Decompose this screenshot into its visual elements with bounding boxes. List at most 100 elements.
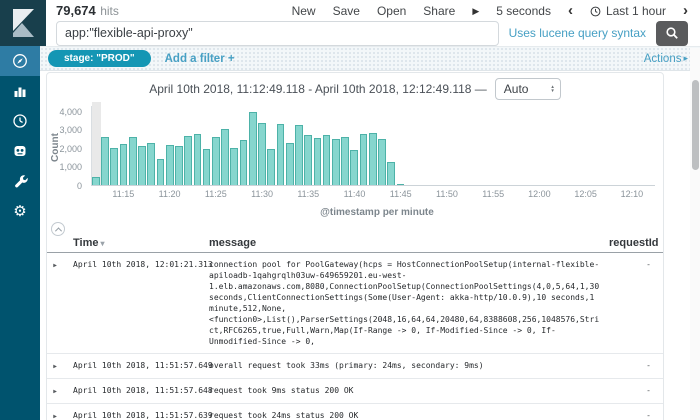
expand-row-icon[interactable]: ▶ <box>53 262 57 269</box>
new-button[interactable]: New <box>292 4 316 18</box>
histogram-bar[interactable] <box>166 145 174 185</box>
x-tick-label: 11:15 <box>112 189 134 199</box>
histogram-bar[interactable] <box>258 123 266 185</box>
interval-select[interactable]: Auto ▲▼ <box>495 78 561 100</box>
row-time: April 10th 2018, 11:51:57.648 <box>63 385 209 396</box>
histogram-bar[interactable] <box>369 133 377 185</box>
collapse-histogram-button[interactable] <box>51 222 65 236</box>
play-icon[interactable]: ▶ <box>472 6 479 17</box>
x-tick-label: 11:35 <box>297 189 319 199</box>
x-tick-label: 12:05 <box>574 189 597 199</box>
scrollbar-thumb[interactable] <box>692 80 699 170</box>
time-range-label: Last 1 hour <box>606 4 666 18</box>
histogram-bar[interactable] <box>240 140 248 185</box>
interval-value: Auto <box>504 82 529 96</box>
sidebar-item-visualize[interactable] <box>0 76 40 106</box>
time-range-header: April 10th 2018, 11:12:49.118 - April 10… <box>149 82 487 96</box>
kibana-logo[interactable] <box>0 0 46 46</box>
histogram-bar[interactable] <box>212 137 220 185</box>
filter-bar: stage: "PROD" Add a filter + Actions ▸ <box>40 46 700 71</box>
expand-row-icon[interactable]: ▶ <box>53 363 57 370</box>
y-tick-label: 4,000 <box>59 107 82 117</box>
histogram-bar[interactable] <box>341 137 349 185</box>
chevron-right-icon[interactable]: › <box>683 6 688 16</box>
histogram-bar[interactable] <box>304 135 312 185</box>
hits-row: 79,674 hits New Save Open Share ▶ 5 seco… <box>46 0 700 20</box>
histogram-bar[interactable] <box>286 143 294 185</box>
time-range-button[interactable]: Last 1 hour <box>590 4 666 18</box>
row-message: request took 24ms status 200 OK <box>209 410 609 420</box>
histogram-bar[interactable] <box>110 148 118 185</box>
lucene-syntax-link[interactable]: Uses lucene query syntax <box>509 26 646 40</box>
sidebar-item-timelion[interactable] <box>0 106 40 136</box>
clock-icon <box>590 6 601 17</box>
table-row[interactable]: ▶April 10th 2018, 11:51:57.648request to… <box>47 379 663 404</box>
histogram-bar[interactable] <box>203 149 211 185</box>
scrollbar-track[interactable] <box>690 48 700 420</box>
search-submit-button[interactable] <box>656 21 688 46</box>
histogram-bar[interactable] <box>157 159 165 185</box>
histogram-bar[interactable] <box>323 135 331 185</box>
histogram-bar[interactable] <box>184 136 192 185</box>
histogram-bar[interactable] <box>120 144 128 185</box>
query-bar: Uses lucene query syntax <box>46 20 700 46</box>
table-row[interactable]: ▶April 10th 2018, 11:51:57.649overall re… <box>47 354 663 379</box>
histogram-bar[interactable] <box>129 137 137 185</box>
histogram-bar[interactable] <box>332 139 340 185</box>
x-tick-label: 11:55 <box>482 189 504 199</box>
histogram-plot <box>91 106 655 186</box>
share-button[interactable]: Share <box>423 4 455 18</box>
refresh-interval-button[interactable]: 5 seconds <box>496 4 551 18</box>
actions-button[interactable]: Actions ▸ <box>644 53 688 65</box>
x-tick-label: 11:45 <box>390 189 412 199</box>
documents-table: Time▾ message requestId ▶April 10th 2018… <box>47 236 663 420</box>
y-tick-label: 3,000 <box>59 125 82 135</box>
chevron-up-icon <box>54 227 61 234</box>
histogram-bar[interactable] <box>350 150 358 185</box>
search-input[interactable] <box>56 21 499 46</box>
search-icon <box>665 26 679 40</box>
x-tick-label: 12:10 <box>621 189 644 199</box>
histogram-bar[interactable] <box>138 146 146 185</box>
filter-pill-stage[interactable]: stage: "PROD" <box>48 50 151 67</box>
row-requestid: - <box>609 410 663 420</box>
caret-right-icon: ▸ <box>683 53 688 64</box>
histogram-bar[interactable] <box>175 146 183 186</box>
y-tick-label: 0 <box>77 181 82 191</box>
sidebar-item-management[interactable]: ⚙ <box>0 196 40 226</box>
y-tick-label: 1,000 <box>59 162 82 172</box>
histogram-bar[interactable] <box>387 162 395 185</box>
chevron-left-icon[interactable]: ‹ <box>568 6 573 16</box>
expander-cell: ▶ <box>47 259 63 271</box>
expand-row-icon[interactable]: ▶ <box>53 413 57 420</box>
histogram-bar[interactable] <box>378 139 386 185</box>
histogram-bar[interactable] <box>314 138 322 185</box>
sidebar-item-tools[interactable] <box>0 166 40 196</box>
discover-panel: April 10th 2018, 11:12:49.118 - April 10… <box>46 72 664 420</box>
histogram-bar[interactable] <box>249 112 257 185</box>
time-range-header-row: April 10th 2018, 11:12:49.118 - April 10… <box>47 76 663 102</box>
histogram-bar[interactable] <box>92 177 100 185</box>
histogram-bar[interactable] <box>397 184 405 185</box>
histogram-bar[interactable] <box>194 134 202 185</box>
open-button[interactable]: Open <box>377 4 406 18</box>
top-menu: New Save Open Share ▶ 5 seconds ‹ Last 1… <box>292 4 688 18</box>
histogram-bar[interactable] <box>295 125 303 185</box>
y-tick-label: 2,000 <box>59 144 82 154</box>
histogram-bar[interactable] <box>267 149 275 185</box>
histogram-bar[interactable] <box>221 129 229 185</box>
histogram-bar[interactable] <box>101 137 109 185</box>
histogram-bar[interactable] <box>230 148 238 185</box>
expand-row-icon[interactable]: ▶ <box>53 388 57 395</box>
sidebar-item-discover[interactable] <box>0 46 40 76</box>
y-axis: 01,0002,0003,0004,000 <box>47 106 87 186</box>
table-row[interactable]: ▶April 10th 2018, 11:51:57.639request to… <box>47 404 663 420</box>
save-button[interactable]: Save <box>333 4 360 18</box>
histogram-bar[interactable] <box>277 124 285 185</box>
add-filter-button[interactable]: Add a filter + <box>165 53 235 65</box>
table-row[interactable]: ▶April 10th 2018, 12:01:21.313connection… <box>47 253 663 354</box>
histogram-bar[interactable] <box>147 143 155 185</box>
sidebar-item-devtools[interactable] <box>0 136 40 166</box>
histogram-bar[interactable] <box>360 134 368 185</box>
column-header-time[interactable]: Time▾ <box>63 237 209 249</box>
